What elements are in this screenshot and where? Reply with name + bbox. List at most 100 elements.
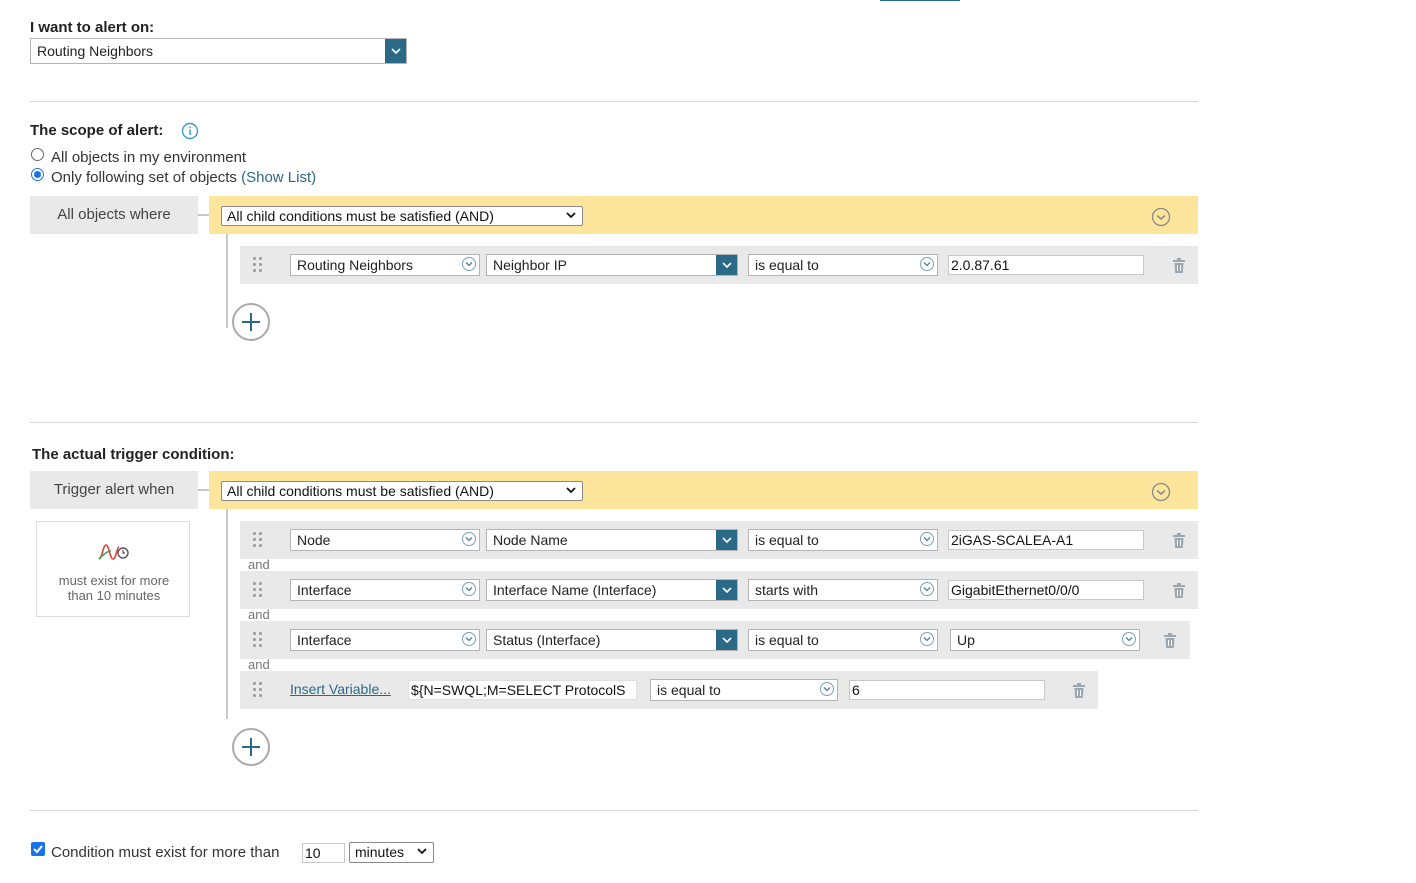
chevron-down-icon: [820, 682, 834, 696]
trigger-3-operator-select[interactable]: is equal to: [748, 629, 938, 651]
tree-line: [226, 234, 228, 328]
trigger-3-property-value: Status (Interface): [493, 632, 601, 648]
chevron-down-icon: [920, 582, 934, 596]
scope-radio-all[interactable]: [31, 148, 44, 161]
scope-radio-some-row: Only following set of objects (Show List…: [51, 169, 316, 186]
alert-on-label: I want to alert on:: [30, 19, 155, 36]
trigger-1-object-value: Node: [297, 532, 331, 548]
scope-group-select[interactable]: All child conditions must be satisfied (…: [221, 206, 583, 226]
duration-card: must exist for more than 10 minutes: [36, 521, 190, 617]
add-condition-button[interactable]: [232, 303, 270, 341]
chevron-down-icon: [462, 257, 476, 271]
top-cutoff-text: [30, 0, 970, 3]
trigger-box-text: Trigger alert when: [53, 481, 175, 498]
scope-radio-some[interactable]: [31, 168, 44, 181]
timer-signal-icon: [98, 541, 130, 566]
trigger-1-operator-select[interactable]: is equal to: [748, 529, 938, 551]
scope-operator-select[interactable]: is equal to: [748, 254, 938, 276]
duration-unit-value: minutes: [355, 844, 405, 860]
duration-unit-select[interactable]: minutes: [349, 842, 434, 863]
scope-object-select[interactable]: Routing Neighbors: [290, 254, 480, 276]
delete-icon[interactable]: [1163, 633, 1177, 649]
scope-title: The scope of alert:: [30, 122, 164, 139]
chevron-down-icon: [462, 582, 476, 596]
chevron-down-icon: [716, 630, 737, 650]
alert-on-value: Routing Neighbors: [37, 43, 153, 59]
trigger-box-label: Trigger alert when: [30, 471, 198, 509]
trigger-3-object-select[interactable]: Interface: [290, 629, 480, 651]
trigger-4-value-input[interactable]: 6: [849, 680, 1045, 700]
and-label: and: [248, 607, 270, 622]
drag-handle-icon[interactable]: [253, 532, 263, 548]
chevron-down-icon: [462, 532, 476, 546]
chevron-down-icon: [462, 632, 476, 646]
divider: [30, 101, 1198, 102]
trigger-2-operator-value: starts with: [755, 582, 819, 598]
info-icon[interactable]: [181, 122, 199, 143]
chevron-down-icon: [1122, 632, 1136, 646]
chevron-down-icon: [716, 530, 737, 550]
trigger-1-object-select[interactable]: Node: [290, 529, 480, 551]
delete-icon[interactable]: [1172, 583, 1186, 599]
trigger-3-property-select[interactable]: Status (Interface): [486, 629, 738, 651]
divider: [30, 810, 1198, 811]
alert-on-select[interactable]: Routing Neighbors: [30, 38, 407, 64]
trigger-group-select-value: All child conditions must be satisfied (…: [227, 483, 494, 499]
trigger-2-value-input[interactable]: GigabitEthernet0/0/0: [948, 580, 1144, 600]
chevron-down-icon: [920, 257, 934, 271]
trigger-2-object-value: Interface: [297, 582, 352, 598]
scope-radio-some-label: Only following set of objects: [51, 169, 237, 186]
chevron-down-icon: [716, 255, 737, 275]
trigger-3-object-value: Interface: [297, 632, 352, 648]
and-label: and: [248, 557, 270, 572]
drag-handle-icon[interactable]: [253, 257, 263, 273]
scope-box-label: All objects where: [30, 196, 198, 234]
trigger-1-property-select[interactable]: Node Name: [486, 529, 738, 551]
drag-handle-icon[interactable]: [253, 682, 263, 698]
scope-radio-all-label: All objects in my environment: [51, 149, 247, 166]
trigger-title: The actual trigger condition:: [32, 446, 235, 463]
trigger-2-operator-select[interactable]: starts with: [748, 579, 938, 601]
delete-icon[interactable]: [1172, 258, 1186, 274]
scope-value-input[interactable]: 2.0.87.61: [948, 255, 1144, 275]
chevron-down-icon: [416, 844, 428, 862]
trigger-4-variable-input[interactable]: ${N=SWQL;M=SELECT ProtocolS: [408, 680, 637, 700]
connector: [198, 214, 209, 216]
scope-group-select-value: All child conditions must be satisfied (…: [227, 208, 494, 224]
trigger-3-value-select[interactable]: Up: [950, 629, 1140, 651]
chevron-down-icon: [920, 532, 934, 546]
add-condition-button[interactable]: [232, 728, 270, 766]
scope-operator-value: is equal to: [755, 257, 819, 273]
insert-variable-link[interactable]: Insert Variable...: [290, 681, 391, 697]
drag-handle-icon[interactable]: [253, 632, 263, 648]
delete-icon[interactable]: [1072, 683, 1086, 699]
trigger-2-property-value: Interface Name (Interface): [493, 582, 657, 598]
trigger-group-select[interactable]: All child conditions must be satisfied (…: [221, 481, 583, 501]
trigger-1-property-value: Node Name: [493, 532, 568, 548]
chevron-down-icon: [920, 632, 934, 646]
chevron-down-icon: [565, 208, 577, 226]
duration-minutes-input[interactable]: 10: [302, 843, 345, 863]
group-options-icon[interactable]: [1151, 207, 1171, 230]
divider: [30, 422, 1198, 423]
condition-duration-checkbox[interactable]: [31, 842, 45, 856]
trigger-2-property-select[interactable]: Interface Name (Interface): [486, 579, 738, 601]
duration-note: must exist for more than 10 minutes: [58, 573, 170, 603]
chevron-down-icon: [385, 39, 406, 63]
and-label: and: [248, 657, 270, 672]
delete-icon[interactable]: [1172, 533, 1186, 549]
scope-property-select[interactable]: Neighbor IP: [486, 254, 738, 276]
scope-box-text: All objects where: [57, 206, 171, 223]
drag-handle-icon[interactable]: [253, 582, 263, 598]
trigger-1-value-input[interactable]: 2iGAS-SCALEA-A1: [948, 530, 1144, 550]
scope-property-value: Neighbor IP: [493, 257, 567, 273]
trigger-3-value: Up: [957, 632, 975, 648]
trigger-4-operator-value: is equal to: [657, 682, 721, 698]
group-options-icon[interactable]: [1151, 482, 1171, 505]
trigger-4-operator-select[interactable]: is equal to: [650, 679, 838, 701]
chevron-down-icon: [716, 580, 737, 600]
trigger-1-operator-value: is equal to: [755, 532, 819, 548]
trigger-2-object-select[interactable]: Interface: [290, 579, 480, 601]
condition-duration-label: Condition must exist for more than: [51, 844, 280, 861]
show-list-link[interactable]: (Show List): [241, 169, 316, 186]
